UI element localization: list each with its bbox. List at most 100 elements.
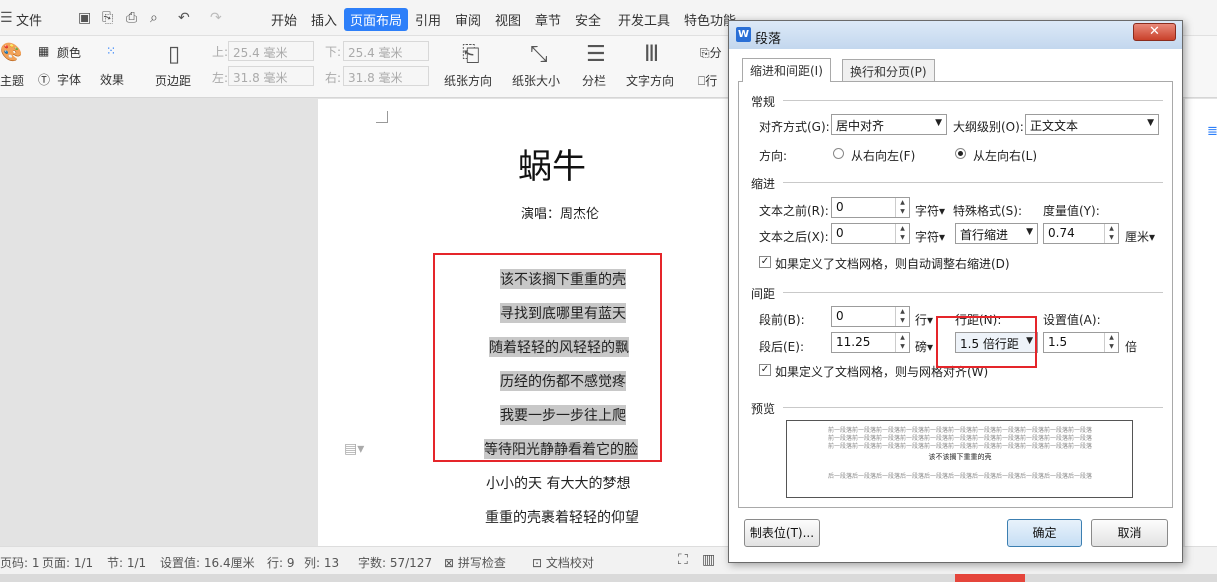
colors-icon[interactable]: ▦ <box>38 44 49 58</box>
size-icon[interactable]: ⤡ <box>530 42 548 67</box>
space-after-input[interactable]: 11.25 ▲ ▼ <box>831 332 910 353</box>
spinner-arrows-icon[interactable]: ▲ ▼ <box>895 224 909 243</box>
file-menu[interactable]: 文件 <box>16 10 42 29</box>
left-margin-input[interactable]: 31.8 毫米 <box>228 66 314 86</box>
measure-input[interactable]: 0.74 ▲ ▼ <box>1043 223 1119 244</box>
print-icon[interactable]: ⎙ <box>126 10 137 26</box>
tab-line-page-break[interactable]: 换行和分页(P) <box>842 59 935 81</box>
lyric-line[interactable]: 重重的壳裹着轻轻的仰望 <box>485 507 639 527</box>
spinner-arrows-icon[interactable]: ▲ ▼ <box>1104 333 1118 352</box>
tab-chapter[interactable]: 章节 <box>535 10 561 29</box>
setting-unit-label: 倍 <box>1125 340 1138 354</box>
rtl-label[interactable]: 从右向左(F) <box>851 147 915 164</box>
spinner-arrows-icon[interactable]: ▲ ▼ <box>1104 224 1118 243</box>
reading-mode-icon[interactable]: ▥ <box>702 552 715 568</box>
split-button[interactable]: ⎘分 <box>700 44 722 61</box>
tab-stops-button[interactable]: 制表位(T)... <box>744 519 820 547</box>
space-before-unit[interactable]: 行▾ <box>915 311 933 328</box>
columns-icon[interactable]: ☰ <box>586 42 606 67</box>
document-title[interactable]: 蜗牛 <box>518 139 586 188</box>
measure-unit[interactable]: 厘米▾ <box>1125 228 1155 245</box>
spell-check-button[interactable]: ⊠ 拼写检查 <box>444 554 506 571</box>
text-direction-icon[interactable]: Ⅲ <box>644 42 659 67</box>
fonts-icon[interactable]: Ⓣ <box>38 71 50 88</box>
tab-home[interactable]: 开始 <box>271 10 297 29</box>
dialog-titlebar[interactable]: W 段落 ✕ <box>729 21 1182 49</box>
tab-insert[interactable]: 插入 <box>311 10 337 29</box>
grid-align-checkbox[interactable]: ✓ <box>759 364 771 376</box>
proofread-button[interactable]: ⊡ 文档校对 <box>532 554 594 571</box>
right-margin-input[interactable]: 31.8 毫米 <box>343 66 429 86</box>
size-button[interactable]: 纸张大小 <box>512 72 560 89</box>
ltr-label[interactable]: 从左向右(L) <box>973 147 1037 164</box>
section-preview: 预览 <box>751 402 776 416</box>
indent-before-input[interactable]: 0 ▲ ▼ <box>831 197 910 218</box>
rtl-radio[interactable] <box>833 148 844 159</box>
paragraph-preview: 前一段落前一段落前一段落前一段落前一段落前一段落前一段落前一段落前一段落前一段落… <box>786 420 1133 498</box>
space-before-input[interactable]: 0 ▲ ▼ <box>831 306 910 327</box>
status-col[interactable]: 列: 13 <box>304 554 339 571</box>
top-margin-input[interactable]: 25.4 毫米 <box>228 41 314 61</box>
space-after-unit[interactable]: 磅▾ <box>915 338 933 355</box>
special-format-select[interactable]: 首行缩进 ▼ <box>955 223 1038 244</box>
indent-after-unit[interactable]: 字符▾ <box>915 228 945 245</box>
fonts-button[interactable]: 字体 <box>57 71 81 88</box>
alignment-select[interactable]: 居中对齐 ▼ <box>831 114 947 135</box>
lines-button[interactable]: ⎕行 <box>698 72 717 89</box>
cancel-button[interactable]: 取消 <box>1091 519 1168 547</box>
effects-button[interactable]: 效果 <box>100 71 124 88</box>
save-icon[interactable]: ▣ <box>78 10 91 26</box>
export-icon[interactable]: ⎘ <box>102 10 113 26</box>
theme-button[interactable]: 主题 <box>0 72 24 89</box>
tab-references[interactable]: 引用 <box>415 10 441 29</box>
spinner-arrows-icon[interactable]: ▲ ▼ <box>895 333 909 352</box>
outline-level-select[interactable]: 正文文本 ▼ <box>1025 114 1159 135</box>
orientation-button[interactable]: 纸张方向 <box>444 72 492 89</box>
grid-indent-checkbox[interactable]: ✓ <box>759 256 771 268</box>
document-singer[interactable]: 演唱：周杰伦 <box>521 203 599 222</box>
menu-icon[interactable]: ☰ <box>0 10 13 26</box>
dialog-close-button[interactable]: ✕ <box>1133 23 1176 41</box>
ltr-radio[interactable] <box>955 148 966 159</box>
undo-icon[interactable]: ↶ <box>178 10 190 26</box>
lyric-line[interactable]: 小小的天 有大大的梦想 <box>486 473 630 493</box>
status-section[interactable]: 节: 1/1 <box>107 554 146 571</box>
spinner-arrows-icon[interactable]: ▲ ▼ <box>895 198 909 217</box>
indent-before-unit[interactable]: 字符▾ <box>915 202 945 219</box>
theme-icon[interactable]: 🎨 <box>0 42 22 63</box>
chevron-down-icon: ▼ <box>1147 118 1154 128</box>
status-row[interactable]: 行: 9 <box>267 554 295 571</box>
tab-view[interactable]: 视图 <box>495 10 521 29</box>
tab-developer[interactable]: 开发工具 <box>618 10 670 29</box>
margins-button[interactable]: 页边距 <box>155 72 191 89</box>
chevron-down-icon: ▼ <box>1026 227 1033 237</box>
ok-button[interactable]: 确定 <box>1007 519 1082 547</box>
status-page-number[interactable]: 页码: 1 <box>0 554 40 571</box>
tab-page-layout[interactable]: 页面布局 <box>344 8 409 31</box>
status-pages[interactable]: 页面: 1/1 <box>42 554 93 571</box>
orientation-icon[interactable]: ⎗ <box>462 42 480 67</box>
section-general: 常规 <box>751 95 776 109</box>
paragraph-options-icon[interactable]: ▤▾ <box>344 441 364 457</box>
tab-indent-spacing[interactable]: 缩进和间距(I) <box>742 58 831 82</box>
tab-security[interactable]: 安全 <box>575 10 601 29</box>
setting-value-input[interactable]: 1.5 ▲ ▼ <box>1043 332 1119 353</box>
redo-icon[interactable]: ↷ <box>210 10 222 26</box>
fullscreen-icon[interactable]: ⛶ <box>678 552 688 568</box>
preview-current-paragraph: 该不该搁下重重的壳 <box>928 453 992 461</box>
grid-indent-label[interactable]: 如果定义了文档网格，则自动调整右缩进(D) <box>775 255 1010 272</box>
bottom-margin-input[interactable]: 25.4 毫米 <box>343 41 429 61</box>
colors-button[interactable]: 颜色 <box>57 44 81 61</box>
indent-after-unit-label: 字符 <box>915 230 940 244</box>
preview-icon[interactable]: ⌕ <box>150 10 158 26</box>
text-direction-button[interactable]: 文字方向 <box>626 72 674 89</box>
margins-icon[interactable]: ▯ <box>168 42 180 67</box>
spinner-arrows-icon[interactable]: ▲ ▼ <box>895 307 909 326</box>
right-panel-icon[interactable]: ≣ <box>1207 124 1217 139</box>
columns-button[interactable]: 分栏 <box>582 72 606 89</box>
tab-review[interactable]: 审阅 <box>455 10 481 29</box>
status-setting[interactable]: 设置值: 16.4厘米 <box>160 554 255 571</box>
status-words[interactable]: 字数: 57/127 <box>358 554 432 571</box>
effects-icon[interactable]: ⁙ <box>106 44 116 58</box>
indent-after-input[interactable]: 0 ▲ ▼ <box>831 223 910 244</box>
